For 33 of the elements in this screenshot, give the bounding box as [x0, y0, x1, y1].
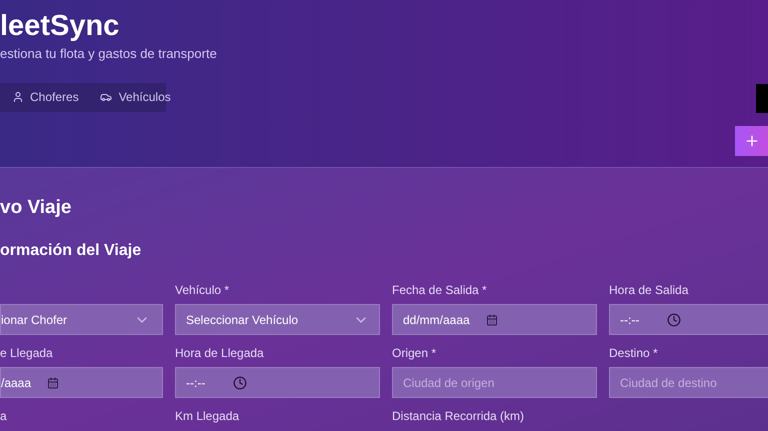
field-label: Hora de Llegada [175, 346, 265, 360]
section-title: ormación del Viaje [0, 241, 142, 261]
field-label: Distancia Recorrida (km) [392, 409, 526, 423]
form-title: vo Viaje [0, 197, 72, 219]
clock-icon [667, 312, 682, 326]
field-label: Vehículo * [175, 283, 230, 297]
date-field[interactable]: dd/mm/aaaa [392, 304, 597, 335]
plus-icon [744, 133, 760, 149]
field-label: e Llegada [0, 346, 54, 360]
nav-tab[interactable]: Vehículos [98, 88, 171, 106]
calendar-icon [47, 376, 60, 388]
input-field[interactable]: Ciudad de origen [392, 367, 597, 398]
field-label: Hora de Salida [609, 283, 690, 297]
field-label: Origen * [392, 346, 438, 360]
time-field[interactable]: --:-- [175, 367, 380, 398]
dark-panel [756, 84, 768, 113]
date-field[interactable]: /aaaa [0, 367, 163, 398]
calendar-icon [486, 314, 498, 326]
select-field[interactable]: ionar Chofer [0, 304, 163, 335]
clock-icon [233, 376, 248, 390]
field-label: Destino * [609, 346, 659, 360]
app-subtitle: estiona tu flota y gastos de transporte [0, 45, 217, 63]
person-icon [12, 91, 24, 103]
field-label: Km Llegada [175, 409, 240, 423]
nav-tab[interactable]: Choferes [12, 88, 79, 106]
input-field[interactable]: Ciudad de destino [609, 367, 768, 398]
car-icon [98, 91, 113, 103]
add-button[interactable] [735, 126, 768, 156]
time-field[interactable]: --:-- [609, 304, 768, 335]
select-field[interactable]: Seleccionar Vehículo [175, 304, 380, 335]
field-label: Fecha de Salida * [392, 283, 488, 297]
field-label: a [0, 409, 8, 423]
app-title: leetSync [0, 10, 120, 42]
